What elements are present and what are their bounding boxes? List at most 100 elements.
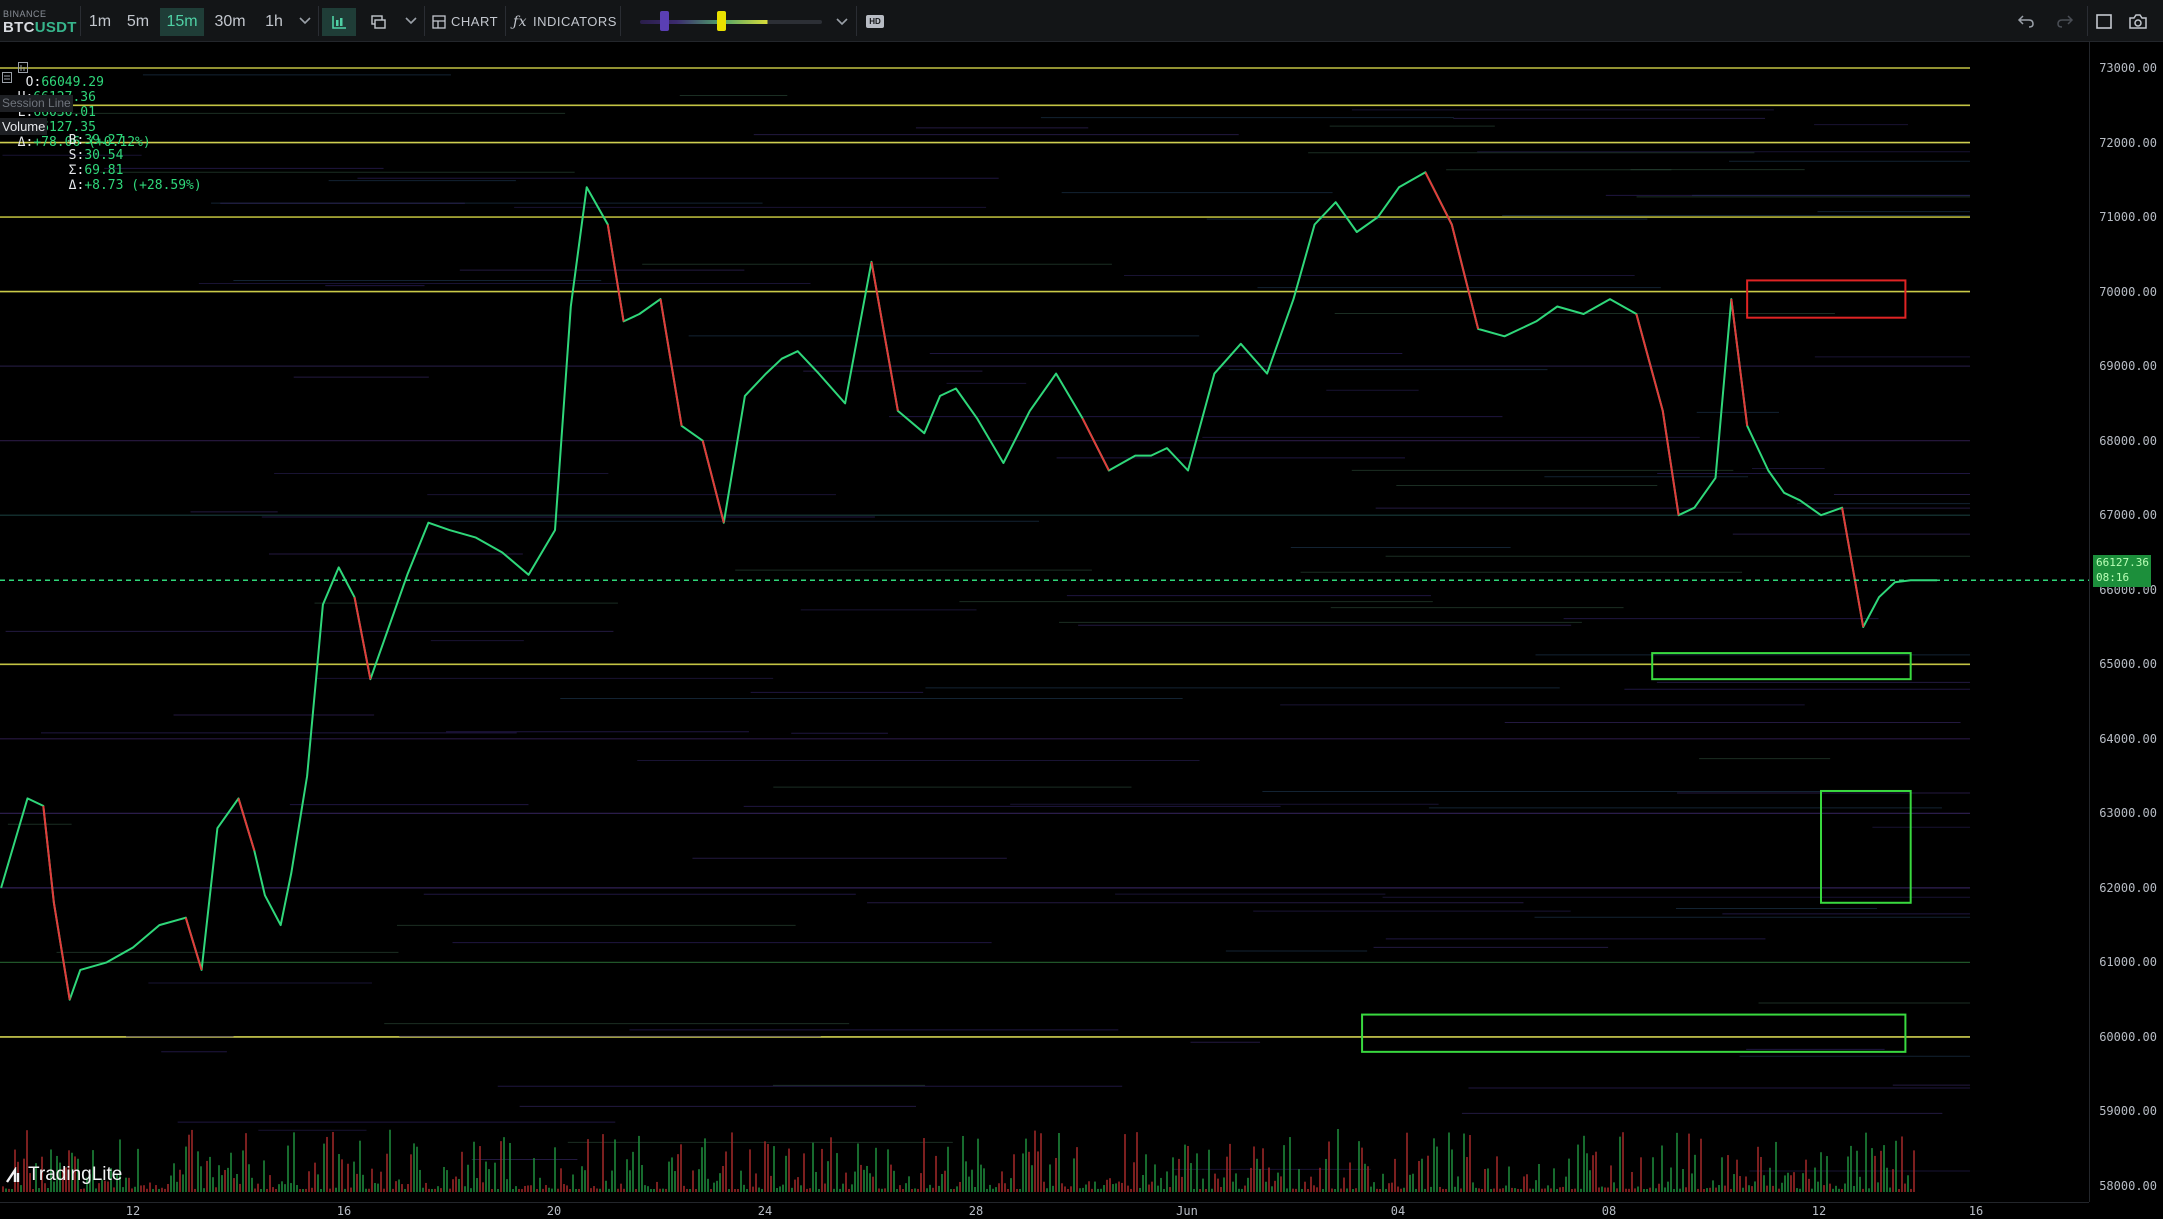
indicators-button[interactable]: ƒx INDICATORS bbox=[513, 8, 616, 36]
volume-bar bbox=[377, 1183, 379, 1192]
volume-bar bbox=[254, 1188, 256, 1192]
volume-bar bbox=[884, 1188, 886, 1192]
heatmap-toggle-icon[interactable] bbox=[2, 72, 12, 83]
timeframe-5m[interactable]: 5m bbox=[120, 8, 156, 36]
volume-bar bbox=[152, 1188, 154, 1192]
support-zone-60k[interactable] bbox=[1361, 1013, 1907, 1053]
undo-icon[interactable] bbox=[2017, 13, 2035, 29]
layers-icon[interactable] bbox=[370, 14, 386, 30]
volume-bar bbox=[1364, 1163, 1366, 1192]
volume-bar bbox=[1481, 1188, 1483, 1192]
volume-bar bbox=[1217, 1178, 1219, 1192]
volume-bar bbox=[1373, 1182, 1375, 1192]
redo-icon[interactable] bbox=[2056, 13, 2074, 29]
volume-bar bbox=[686, 1188, 688, 1192]
volume-bar bbox=[1256, 1158, 1258, 1192]
volume-bar bbox=[1079, 1188, 1081, 1192]
slider-min-handle[interactable] bbox=[660, 11, 669, 31]
volume-bar bbox=[1148, 1184, 1150, 1192]
volume-bar bbox=[1850, 1145, 1852, 1192]
volume-bar bbox=[794, 1179, 796, 1192]
volume-bar bbox=[32, 1188, 34, 1192]
volume-bar bbox=[800, 1185, 802, 1192]
price-axis[interactable]: 73000.00 72000.00 71000.00 70000.00 69000.00… bbox=[2089, 42, 2163, 1202]
volume-bar bbox=[863, 1169, 865, 1192]
volume-bar bbox=[368, 1188, 370, 1192]
volume-bar bbox=[1361, 1147, 1363, 1192]
volume-bar bbox=[1280, 1176, 1282, 1192]
volume-bar bbox=[662, 1188, 664, 1192]
volume-bar bbox=[1004, 1183, 1006, 1192]
volume-bar bbox=[935, 1155, 937, 1192]
volume-bar bbox=[272, 1187, 274, 1192]
timeframe-15m[interactable]: 15m bbox=[160, 8, 204, 36]
chart-canvas[interactable] bbox=[0, 42, 2089, 1202]
timeframe-1h[interactable]: 1h bbox=[256, 8, 292, 36]
time-tick-label: 28 bbox=[968, 1204, 984, 1218]
slider-max-handle[interactable] bbox=[717, 11, 726, 31]
candle-chart-button[interactable] bbox=[322, 8, 356, 36]
volume-bar bbox=[839, 1188, 841, 1192]
volume-bar bbox=[1589, 1170, 1591, 1192]
chart-grid-icon bbox=[432, 15, 446, 29]
volume-bar bbox=[155, 1185, 157, 1192]
volume-label[interactable]: Volume bbox=[0, 118, 48, 135]
volume-bar bbox=[1727, 1155, 1729, 1192]
divider bbox=[856, 6, 857, 36]
volume-bar bbox=[593, 1186, 595, 1192]
volume-bar bbox=[1634, 1188, 1636, 1192]
chevron-down-icon[interactable] bbox=[836, 18, 848, 26]
volume-bar bbox=[1181, 1176, 1183, 1192]
chevron-down-icon[interactable] bbox=[299, 17, 311, 25]
volume-bar bbox=[518, 1188, 520, 1192]
volume-bar bbox=[1253, 1146, 1255, 1192]
volume-bars bbox=[2, 1129, 1915, 1192]
volume-bar bbox=[227, 1167, 229, 1192]
drawn-zones[interactable] bbox=[1361, 279, 1912, 1053]
chart-settings-button[interactable]: CHART bbox=[432, 8, 502, 36]
volume-bar bbox=[191, 1129, 193, 1192]
camera-icon[interactable] bbox=[2128, 13, 2148, 30]
volume-bar bbox=[512, 1188, 514, 1192]
timeframe-1m[interactable]: 1m bbox=[84, 8, 116, 36]
support-zone-65k[interactable] bbox=[1651, 652, 1912, 681]
volume-bar bbox=[1259, 1169, 1261, 1192]
session-line-label[interactable]: Session Line bbox=[0, 95, 73, 112]
fullscreen-icon[interactable] bbox=[2095, 13, 2113, 30]
volume-bar bbox=[173, 1163, 175, 1192]
chevron-down-icon[interactable] bbox=[405, 17, 417, 25]
volume-bar bbox=[737, 1188, 739, 1192]
volume-bar bbox=[584, 1170, 586, 1192]
volume-bar bbox=[1085, 1184, 1087, 1192]
volume-bar bbox=[1769, 1167, 1771, 1192]
resistance-zone[interactable] bbox=[1746, 279, 1907, 319]
volume-bar bbox=[833, 1188, 835, 1192]
price-tick-label: 60000.00 bbox=[2099, 1029, 2157, 1044]
volume-bar bbox=[545, 1185, 547, 1192]
timeframe-30m[interactable]: 30m bbox=[208, 8, 252, 36]
symbol-toggle-icon[interactable] bbox=[17, 62, 28, 73]
symbol-selector[interactable]: BINANCE BTCUSDT bbox=[3, 6, 76, 38]
volume-bar bbox=[1124, 1134, 1126, 1192]
volume-bar bbox=[755, 1173, 757, 1192]
volume-bar bbox=[281, 1181, 283, 1192]
volume-bar bbox=[719, 1173, 721, 1192]
time-axis[interactable]: 12 16 20 24 28 Jun 04 08 12 16 bbox=[0, 1202, 2089, 1219]
volume-bar bbox=[185, 1146, 187, 1192]
hd-toggle[interactable]: HD bbox=[866, 15, 884, 28]
volume-bar bbox=[659, 1188, 661, 1192]
volume-bar bbox=[311, 1187, 313, 1192]
volume-bar bbox=[1418, 1161, 1420, 1192]
volume-bar bbox=[677, 1154, 679, 1192]
volume-bar bbox=[2, 1186, 4, 1192]
volume-bar bbox=[1655, 1188, 1657, 1192]
volume-bar bbox=[503, 1137, 505, 1192]
volume-bar bbox=[1517, 1188, 1519, 1192]
volume-bar bbox=[791, 1187, 793, 1192]
volume-bar bbox=[1055, 1157, 1057, 1192]
volume-bar bbox=[653, 1189, 655, 1192]
volume-bar bbox=[308, 1171, 310, 1192]
volume-bar bbox=[1838, 1188, 1840, 1192]
volume-bar bbox=[320, 1188, 322, 1192]
volume-bar bbox=[908, 1176, 910, 1192]
